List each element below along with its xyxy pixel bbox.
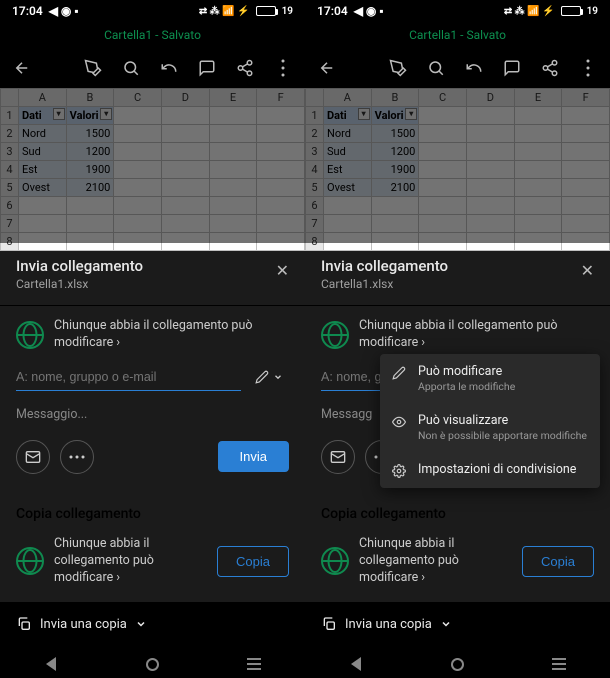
status-signal-icons: ⇄ ⁂ 📶 ⚡: [199, 6, 250, 17]
copy-header: Copia collegamento: [305, 492, 610, 528]
more-apps-button[interactable]: [60, 440, 94, 474]
nav-recents[interactable]: [550, 655, 568, 673]
nav-home[interactable]: [143, 655, 161, 673]
undo-icon[interactable]: [464, 58, 484, 78]
chevron-down-icon: [135, 618, 147, 630]
mail-button[interactable]: [16, 440, 50, 474]
battery-pct: 19: [282, 6, 293, 17]
access-text: Chiunque abbia il collegamento può modif…: [359, 318, 594, 352]
nav-back[interactable]: [347, 655, 365, 673]
status-signal-icons: ⇄ ⁂ 📶 ⚡: [504, 6, 555, 17]
option-share-settings[interactable]: Impostazioni di condivisione: [380, 452, 600, 488]
access-row[interactable]: Chiunque abbia il collegamento può modif…: [0, 306, 305, 364]
mail-button[interactable]: [321, 440, 355, 474]
copy-file-icon: [321, 616, 337, 632]
status-bar: 17:04 ◀ ◉ ▪ ⇄ ⁂ 📶 ⚡ 19: [305, 0, 610, 22]
document-title: Cartella1 - Salvato: [305, 22, 610, 48]
document-title: Cartella1 - Salvato: [0, 22, 305, 48]
globe-icon: [16, 321, 44, 349]
access-text: Chiunque abbia il collegamento può modif…: [54, 318, 289, 352]
gear-icon: [392, 464, 408, 478]
phone-left: 17:04 ◀ ◉ ▪ ⇄ ⁂ 📶 ⚡ 19 Cartella1 - Salva…: [0, 0, 305, 678]
status-time: 17:04: [317, 4, 348, 18]
comment-icon[interactable]: [197, 58, 217, 78]
globe-icon: [321, 321, 349, 349]
share-filename: Cartella1.xlsx: [16, 277, 289, 291]
more-icon[interactable]: [273, 58, 293, 78]
option-can-view[interactable]: Può visualizzare Non è possibile apporta…: [380, 403, 600, 452]
message-input[interactable]: Messaggio...: [0, 397, 305, 440]
copy-section: Copia collegamento Chiunque abbia il col…: [0, 492, 305, 603]
copy-access-text[interactable]: Chiunque abbia il collegamento può modif…: [359, 536, 512, 587]
status-bar: 17:04 ◀ ◉ ▪ ⇄ ⁂ 📶 ⚡ 19: [0, 0, 305, 22]
copy-button[interactable]: Copia: [217, 546, 289, 577]
pencil-icon: [392, 366, 408, 380]
share-title: Invia collegamento: [16, 257, 289, 275]
status-app-icons: ◀ ◉ ▪: [354, 4, 384, 18]
copy-access-text[interactable]: Chiunque abbia il collegamento può modif…: [54, 536, 207, 587]
spreadsheet[interactable]: ABCDEF 1Dati▾Valori▾ 2Nord1500 3Sud1200 …: [305, 88, 610, 243]
phone-right: 17:04 ◀ ◉ ▪ ⇄ ⁂ 📶 ⚡ 19 Cartella1 - Salva…: [305, 0, 610, 678]
close-icon[interactable]: ✕: [276, 261, 289, 280]
chevron-down-icon: [440, 618, 452, 630]
share-panel: Invia collegamento Cartella1.xlsx ✕ Chiu…: [0, 243, 305, 492]
draw-icon[interactable]: [388, 58, 408, 78]
toolbar: [305, 48, 610, 88]
share-filename: Cartella1.xlsx: [321, 277, 594, 291]
comment-icon[interactable]: [502, 58, 522, 78]
option-can-edit[interactable]: Può modificare Apporta le modifiche: [380, 354, 600, 403]
search-icon[interactable]: [426, 58, 446, 78]
copy-file-icon: [16, 616, 32, 632]
share-title: Invia collegamento: [321, 257, 594, 275]
close-icon[interactable]: ✕: [581, 261, 594, 280]
status-battery: [561, 6, 581, 16]
share-icon[interactable]: [235, 58, 255, 78]
toolbar: [0, 48, 305, 88]
search-icon[interactable]: [121, 58, 141, 78]
send-copy-row[interactable]: Invia una copia: [0, 602, 305, 646]
permission-dropdown: Può modificare Apporta le modifiche Può …: [380, 354, 600, 488]
spreadsheet[interactable]: ABCDEF 1Dati▾Valori▾ 2Nord1500 3Sud1200 …: [0, 88, 305, 243]
globe-icon: [321, 547, 349, 575]
battery-pct: 19: [587, 6, 598, 17]
back-icon[interactable]: [12, 58, 32, 78]
status-battery: [256, 6, 276, 16]
eye-icon: [392, 415, 408, 429]
share-icon[interactable]: [540, 58, 560, 78]
nav-home[interactable]: [448, 655, 466, 673]
copy-button[interactable]: Copia: [522, 546, 594, 577]
permission-selector[interactable]: [249, 366, 289, 388]
globe-icon: [16, 547, 44, 575]
nav-bar: [0, 646, 305, 678]
nav-back[interactable]: [42, 655, 60, 673]
nav-bar: [305, 646, 610, 678]
copy-header: Copia collegamento: [0, 492, 305, 528]
send-button[interactable]: Invia: [218, 441, 289, 472]
more-icon[interactable]: [578, 58, 598, 78]
status-time: 17:04: [12, 4, 43, 18]
copy-section: Copia collegamento Chiunque abbia il col…: [305, 492, 610, 603]
draw-icon[interactable]: [83, 58, 103, 78]
undo-icon[interactable]: [159, 58, 179, 78]
nav-recents[interactable]: [245, 655, 263, 673]
recipient-input[interactable]: [16, 364, 241, 391]
back-icon[interactable]: [317, 58, 337, 78]
status-app-icons: ◀ ◉ ▪: [49, 4, 79, 18]
send-copy-row[interactable]: Invia una copia: [305, 602, 610, 646]
